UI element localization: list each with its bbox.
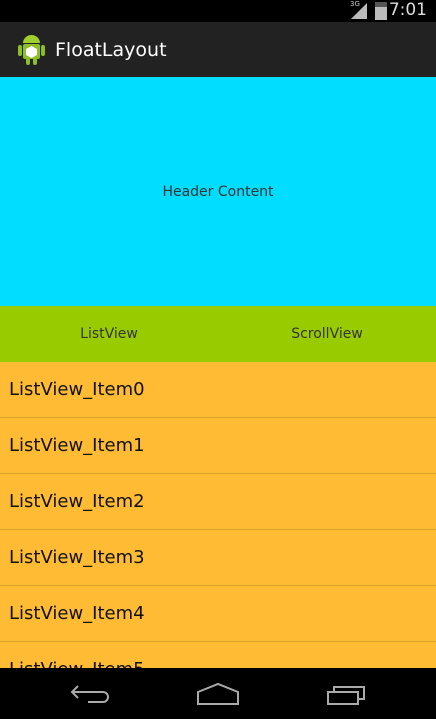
header-content: Header Content [0,77,436,306]
tab-listview[interactable]: ListView [0,306,218,362]
tab-scrollview[interactable]: ScrollView [218,306,436,362]
android-app-icon[interactable] [18,34,45,66]
back-icon[interactable] [70,682,110,706]
navigation-bar [0,668,436,719]
list-item[interactable]: ListView_Item4 [0,586,436,642]
header-text: Header Content [162,183,274,200]
list-item[interactable]: ListView_Item2 [0,474,436,530]
list-view[interactable]: ListView_Item0 ListView_Item1 ListView_I… [0,362,436,668]
recent-apps-icon[interactable] [326,682,368,706]
tab-bar: ListView ScrollView [0,306,436,362]
status-bar: 3G 7:01 [0,0,436,22]
list-item[interactable]: ListView_Item3 [0,530,436,586]
app-title: FloatLayout [55,38,167,61]
list-item[interactable]: ListView_Item1 [0,418,436,474]
clock: 7:01 [388,0,427,20]
list-item[interactable]: ListView_Item0 [0,362,436,418]
home-icon[interactable] [196,682,240,706]
action-bar: FloatLayout [0,22,436,77]
battery-icon [375,2,387,20]
signal-icon [351,3,367,19]
list-item[interactable]: ListView_Item5 [0,642,436,668]
